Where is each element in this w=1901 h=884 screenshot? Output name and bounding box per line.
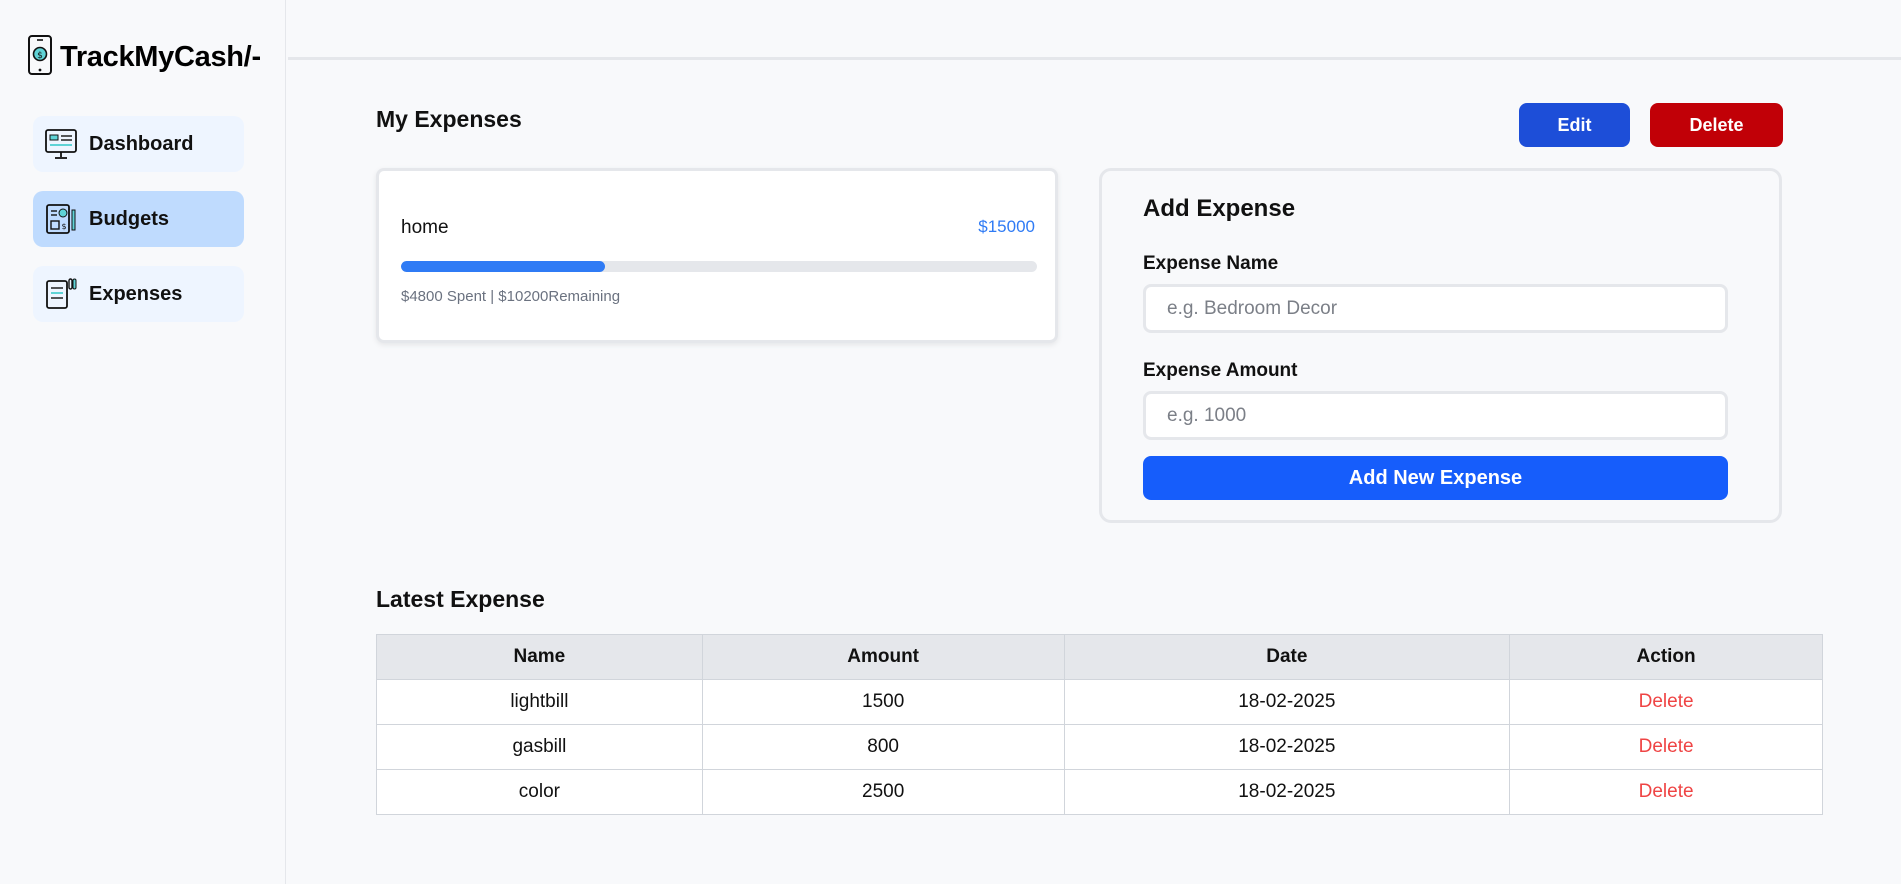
delete-expense-link[interactable]: Delete <box>1509 724 1823 770</box>
svg-text:$: $ <box>61 222 66 231</box>
budget-name: home <box>401 217 449 238</box>
phone-dollar-icon: $ <box>26 34 54 81</box>
column-header-amount: Amount <box>701 634 1065 680</box>
table-row: lightbill 1500 18-02-2025 Delete <box>376 679 1823 725</box>
svg-text:$: $ <box>37 51 43 61</box>
top-bar <box>288 0 1901 60</box>
add-new-expense-button[interactable]: Add New Expense <box>1143 456 1728 500</box>
expense-date-cell: 18-02-2025 <box>1063 769 1511 815</box>
edit-button[interactable]: Edit <box>1519 103 1630 147</box>
table-row: color 2500 18-02-2025 Delete <box>376 769 1823 815</box>
page-title: My Expenses <box>376 106 522 132</box>
expense-name-label: Expense Name <box>1143 253 1279 274</box>
sidebar-item-dashboard[interactable]: Dashboard <box>33 116 244 172</box>
column-header-name: Name <box>376 634 703 680</box>
expense-amount-cell: 800 <box>701 724 1065 770</box>
add-expense-card: Add Expense Expense Name Expense Amount … <box>1099 168 1782 523</box>
expenses-table: Name Amount Date Action lightbill 1500 1… <box>376 634 1823 815</box>
delete-button[interactable]: Delete <box>1650 103 1783 147</box>
expense-clipboard-icon <box>43 276 79 312</box>
sidebar-item-label: Expenses <box>89 282 183 305</box>
budget-progress-fill <box>401 261 605 272</box>
delete-expense-link[interactable]: Delete <box>1509 769 1823 815</box>
budget-spent-remaining: $4800 Spent | $10200Remaining <box>401 288 621 305</box>
sidebar-item-budgets[interactable]: $ Budgets <box>33 191 244 247</box>
add-expense-title: Add Expense <box>1143 195 1296 222</box>
expense-amount-input[interactable] <box>1143 391 1728 440</box>
monitor-icon <box>43 126 79 162</box>
expense-name-cell: lightbill <box>376 679 703 725</box>
sidebar-item-label: Dashboard <box>89 132 194 155</box>
column-header-date: Date <box>1063 634 1511 680</box>
sidebar-item-expenses[interactable]: Expenses <box>33 266 244 322</box>
expense-date-cell: 18-02-2025 <box>1063 679 1511 725</box>
brand-title: TrackMyCash/- <box>60 41 261 73</box>
sidebar: $ TrackMyCash/- Dashboard $ Budgets Expe… <box>0 0 286 884</box>
table-header-row: Name Amount Date Action <box>376 634 1823 680</box>
expense-date-cell: 18-02-2025 <box>1063 724 1511 770</box>
budget-amount: $15000 <box>978 217 1035 236</box>
expense-amount-label: Expense Amount <box>1143 360 1298 381</box>
brand[interactable]: $ TrackMyCash/- <box>26 34 261 81</box>
expense-name-cell: gasbill <box>376 724 703 770</box>
budget-sheet-icon: $ <box>43 201 79 237</box>
expense-amount-cell: 1500 <box>701 679 1065 725</box>
budget-progress-track <box>401 261 1037 272</box>
budget-card[interactable]: home $15000 $4800 Spent | $10200Remainin… <box>376 168 1058 343</box>
latest-expense-title: Latest Expense <box>376 586 545 612</box>
expense-name-input[interactable] <box>1143 284 1728 333</box>
expense-amount-cell: 2500 <box>701 769 1065 815</box>
sidebar-item-label: Budgets <box>89 207 169 230</box>
expense-name-cell: color <box>376 769 703 815</box>
column-header-action: Action <box>1509 634 1823 680</box>
delete-expense-link[interactable]: Delete <box>1509 679 1823 725</box>
table-row: gasbill 800 18-02-2025 Delete <box>376 724 1823 770</box>
